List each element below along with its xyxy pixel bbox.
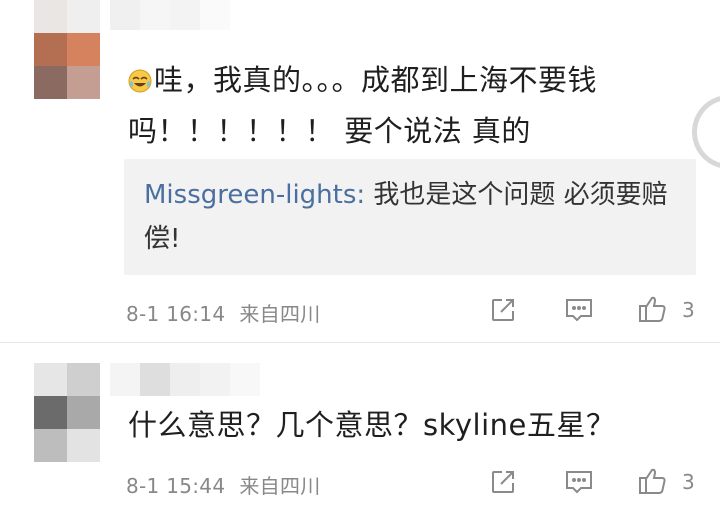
share-icon: [492, 471, 514, 493]
like-count: 3: [682, 298, 695, 322]
comment-item: 哇，我真的。。。成都到上海不要钱 吗！！！！！！ 要个说法 真的 Missgre…: [0, 0, 720, 343]
comment-date: 8-1 15:44: [126, 474, 226, 498]
comment-text: 哇，我真的。。。成都到上海不要钱 吗！！！！！！ 要个说法 真的: [128, 63, 598, 148]
reply-preview[interactable]: Missgreen-lights: 我也是这个问题 必须要赔偿!: [124, 159, 696, 275]
reply-text: Missgreen-lights: 我也是这个问题 必须要赔偿!: [144, 180, 668, 254]
reply-author[interactable]: Missgreen-lights:: [144, 180, 365, 210]
comment-meta: 8-1 15:44 来自四川: [126, 470, 335, 499]
like-button[interactable]: [636, 464, 670, 498]
share-icon: [492, 299, 514, 321]
divider: [0, 342, 720, 343]
comment-icon: [566, 299, 592, 322]
avatar[interactable]: [34, 0, 100, 100]
thumbs-up-icon: [639, 296, 666, 322]
reply-button[interactable]: [562, 465, 596, 499]
thumbs-up-icon: [639, 468, 666, 494]
comment-location: 来自四川: [239, 474, 321, 498]
crying-laughing-emoji-icon: [128, 69, 152, 93]
share-button[interactable]: [486, 465, 520, 499]
username[interactable]: [110, 0, 230, 30]
reply-button[interactable]: [562, 293, 596, 327]
comment-icon: [566, 471, 592, 494]
avatar[interactable]: [34, 363, 100, 462]
comment-location: 来自四川: [239, 302, 321, 326]
username[interactable]: [110, 363, 260, 396]
comment-text: 什么意思？几个意思？skyline五星？: [128, 408, 616, 442]
comment-date: 8-1 16:14: [126, 302, 226, 326]
like-count: 3: [682, 470, 695, 494]
share-button[interactable]: [486, 293, 520, 327]
comment-meta: 8-1 16:14 来自四川: [126, 298, 335, 327]
like-button[interactable]: [636, 292, 670, 326]
